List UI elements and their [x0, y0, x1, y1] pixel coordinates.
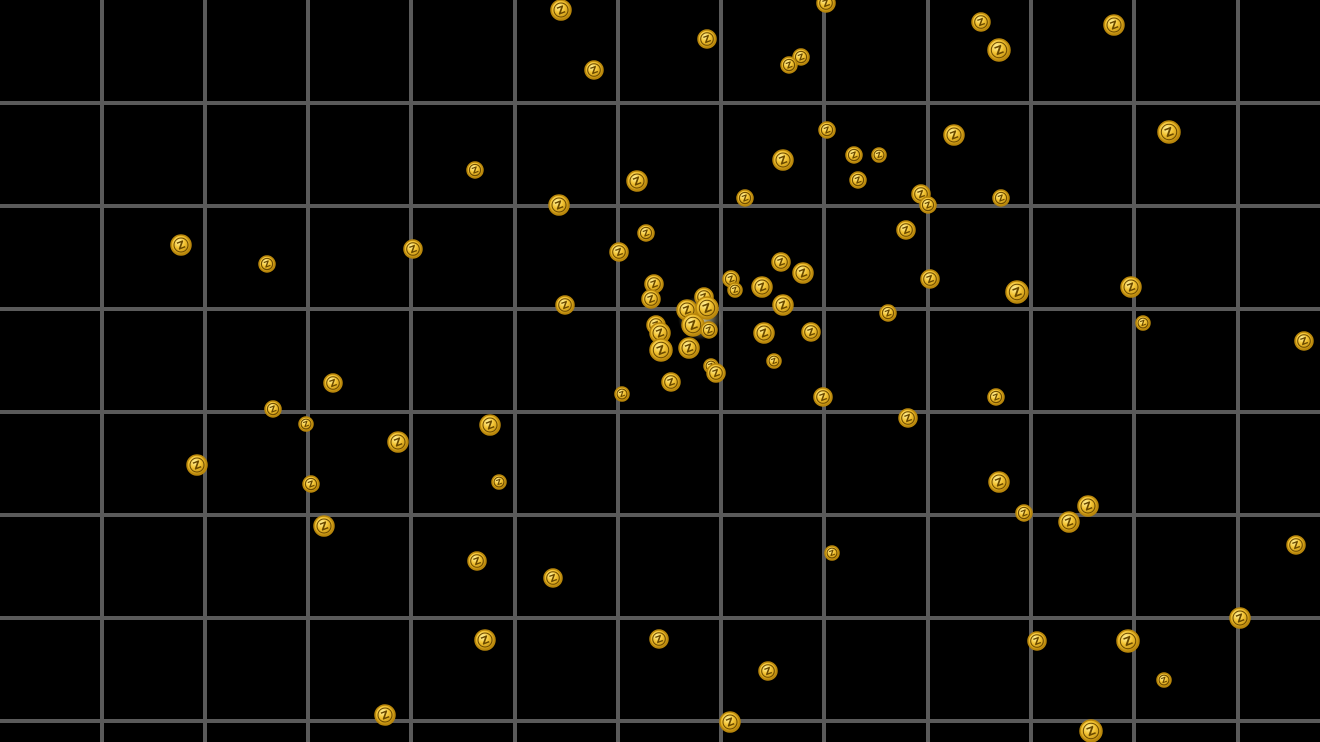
z-coin-icon: Z [919, 196, 937, 214]
z-coin-icon: Z [1156, 672, 1172, 688]
z-coin-icon: Z [1135, 315, 1151, 331]
z-coin-icon: Z [649, 338, 673, 362]
z-coin-icon: Z [403, 239, 423, 259]
z-coin-icon: Z [626, 170, 648, 192]
z-coin-icon: Z [772, 294, 794, 316]
z-coin-icon: Z [845, 146, 863, 164]
z-coin-icon: Z [766, 353, 782, 369]
z-coin-icon: Z [474, 629, 496, 651]
game-viewport[interactable]: ZZZZZZZZZZZZZZZZZZZZZZZZZZZZZZZZZZZZZZZZ… [0, 0, 1320, 742]
z-coin-icon: Z [849, 171, 867, 189]
z-coin-icon: Z [1229, 607, 1251, 629]
z-coin-icon: Z [719, 711, 741, 733]
z-coin-icon: Z [467, 551, 487, 571]
z-coin-icon: Z [824, 545, 840, 561]
z-coin-icon: Z [772, 149, 794, 171]
z-coin-icon: Z [323, 373, 343, 393]
z-coin-icon: Z [543, 568, 563, 588]
z-coin-icon: Z [896, 220, 916, 240]
z-coin-icon: Z [1294, 331, 1314, 351]
z-coin-icon: Z [801, 322, 821, 342]
z-coin-icon: Z [637, 224, 655, 242]
z-coin-icon: Z [987, 38, 1011, 62]
z-coin-icon: Z [1058, 511, 1080, 533]
z-coin-icon: Z [988, 471, 1010, 493]
z-coin-icon: Z [1077, 495, 1099, 517]
z-coin-icon: Z [550, 0, 572, 21]
z-coin-icon: Z [758, 661, 778, 681]
coin-field: Z ZZ ZZZZZZZ Z ZZ Z ZZZZZZZ ZZZZZZZ ZZZZ ZZ ZZ Z ZZZ… [170, 0, 1314, 742]
z-coin-icon: Z [879, 304, 897, 322]
z-coin-icon: Z [700, 321, 718, 339]
z-coin-icon: Z [466, 161, 484, 179]
z-coin-icon: Z [1116, 629, 1140, 653]
z-coin-icon: Z [706, 363, 726, 383]
z-coin-icon: Z [792, 262, 814, 284]
z-coin-icon: Z [614, 386, 630, 402]
z-coin-icon: Z [780, 56, 798, 74]
z-coin-icon: Z [313, 515, 335, 537]
z-coin-icon: Z [736, 189, 754, 207]
z-coin-icon: Z [491, 474, 507, 490]
z-coin-icon: Z [387, 431, 409, 453]
z-coin-icon: Z [1120, 276, 1142, 298]
z-coin-icon: Z [1079, 719, 1103, 742]
z-coin-icon: Z [258, 255, 276, 273]
z-coin-icon: Z [813, 387, 833, 407]
z-coin-icon: Z [661, 372, 681, 392]
z-coin-icon: Z [186, 454, 208, 476]
z-coin-icon: Z [898, 408, 918, 428]
z-coin-icon: Z [298, 416, 314, 432]
z-coin-icon: Z [771, 252, 791, 272]
z-coin-icon: Z [697, 29, 717, 49]
z-coin-icon: Z [1286, 535, 1306, 555]
z-coin-icon: Z [971, 12, 991, 32]
z-coin-icon: Z [1005, 280, 1029, 304]
z-coin-icon: Z [751, 276, 773, 298]
z-coin-icon: Z [649, 629, 669, 649]
z-coin-icon: Z [920, 269, 940, 289]
z-coin-icon: Z [374, 704, 396, 726]
z-coin-icon: Z [1027, 631, 1047, 651]
z-coin-icon: Z [678, 337, 700, 359]
z-coin-icon: Z [641, 289, 661, 309]
z-coin-icon: Z [1015, 504, 1033, 522]
z-coin-icon: Z [987, 388, 1005, 406]
z-coin-icon: Z [264, 400, 282, 418]
z-coin-icon: Z [818, 121, 836, 139]
z-coin-icon: Z [548, 194, 570, 216]
z-coin-icon: Z [816, 0, 836, 13]
z-coin-icon: Z [1103, 14, 1125, 36]
z-coin-icon: Z [992, 189, 1010, 207]
z-coin-icon: Z [943, 124, 965, 146]
z-coin-icon: Z [1157, 120, 1181, 144]
z-coin-icon: Z [302, 475, 320, 493]
z-coin-icon: Z [753, 322, 775, 344]
z-coin-icon: Z [727, 282, 743, 298]
z-coin-icon: Z [555, 295, 575, 315]
z-coin-icon: Z [609, 242, 629, 262]
z-coin-icon: Z [584, 60, 604, 80]
z-coin-icon: Z [871, 147, 887, 163]
z-coin-icon: Z [170, 234, 192, 256]
z-coin-icon: Z [479, 414, 501, 436]
